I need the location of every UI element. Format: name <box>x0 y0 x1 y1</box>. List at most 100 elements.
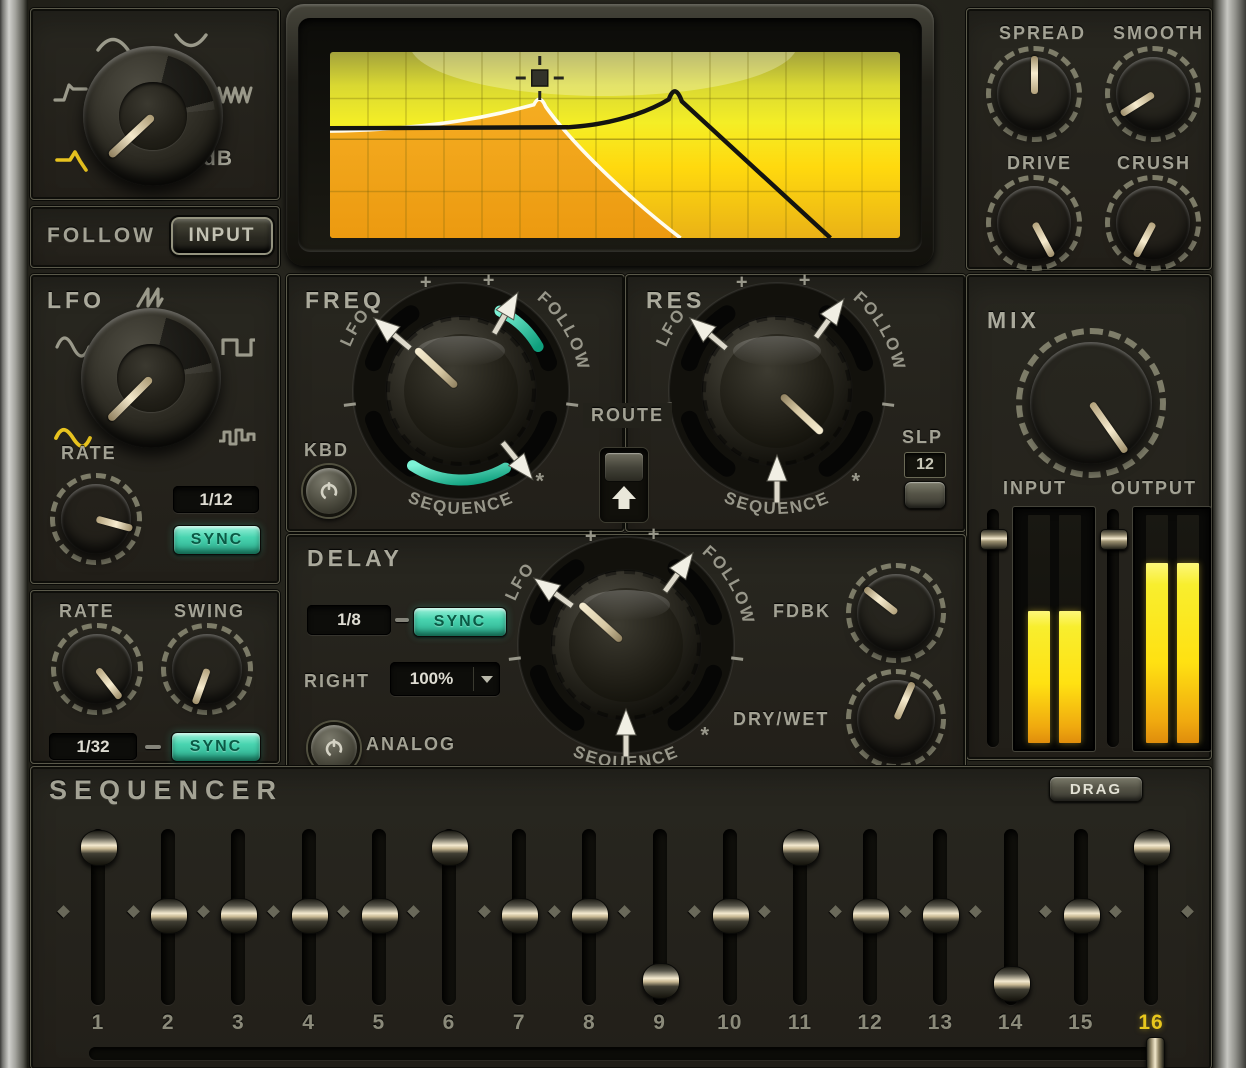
filter-type-knob-pointer <box>107 113 155 159</box>
step-slider-handle-8[interactable] <box>571 898 609 934</box>
sequencer-section: SEQUENCER DRAG 12345678910111213141516 <box>30 766 1212 1068</box>
route-button[interactable] <box>604 452 644 482</box>
fdbk-knob[interactable] <box>846 563 946 663</box>
right-metal-rail <box>1212 0 1246 1068</box>
square-icon[interactable] <box>221 335 257 359</box>
step-slider-handle-15[interactable] <box>1063 898 1101 934</box>
filter-response-display[interactable] <box>330 52 900 238</box>
svg-text:+: + <box>799 269 811 291</box>
step-slider-handle-13[interactable] <box>922 898 960 934</box>
step-number: 15 <box>1059 1011 1103 1035</box>
res-knob[interactable]: LFOFOLLOWSEQUENCE++* <box>627 277 927 527</box>
step-slider-handle-11[interactable] <box>782 830 820 866</box>
step-icon[interactable] <box>217 425 259 449</box>
step-number: 3 <box>216 1011 260 1035</box>
output-fader[interactable] <box>1107 509 1119 747</box>
step-slider-handle-7[interactable] <box>501 898 539 934</box>
svg-text:*: * <box>535 469 544 494</box>
bandpass-icon[interactable] <box>95 31 131 53</box>
lowpass-icon[interactable] <box>55 147 95 173</box>
lfo-sync-button[interactable]: SYNC <box>173 525 261 555</box>
lfo-wave-knob[interactable] <box>81 308 221 448</box>
follow-input-button[interactable]: INPUT <box>171 217 273 255</box>
step-slider-handle-6[interactable] <box>431 830 469 866</box>
output-meter-bar-right <box>1177 515 1199 743</box>
step-slider-handle-14[interactable] <box>993 966 1031 1002</box>
lfo-wave-knob-pointer <box>107 375 154 422</box>
lfo-rate-knob[interactable] <box>50 473 142 565</box>
step-slider-handle-5[interactable] <box>361 898 399 934</box>
output-fader-handle[interactable] <box>1100 529 1128 550</box>
step-slider-handle-2[interactable] <box>150 898 188 934</box>
step-number: 12 <box>848 1011 892 1035</box>
svg-text:+: + <box>736 272 748 294</box>
step-slider-handle-10[interactable] <box>712 898 750 934</box>
step-slider-handle-3[interactable] <box>220 898 258 934</box>
step-slider-handle-16[interactable] <box>1133 830 1171 866</box>
freq-knob[interactable]: LFOFOLLOWSEQUENCE++* <box>311 277 611 527</box>
drywet-knob[interactable] <box>846 669 946 769</box>
route-label: ROUTE <box>583 403 672 428</box>
drywet-label: DRY/WET <box>733 709 829 730</box>
delay-time-display[interactable]: 1/8 <box>307 605 391 635</box>
spread-knob[interactable] <box>986 46 1082 142</box>
kbd-power-button[interactable] <box>303 465 355 517</box>
crush-knob[interactable] <box>1105 175 1201 271</box>
input-meter-bar-left <box>1028 515 1050 743</box>
lfo-rate-display[interactable]: 1/12 <box>173 486 259 513</box>
dash-divider <box>145 745 161 749</box>
delay-title: DELAY <box>307 545 403 572</box>
comb-icon[interactable] <box>217 83 255 105</box>
sequence-position-bar[interactable] <box>89 1047 1163 1060</box>
step-diamond-marker <box>408 905 421 918</box>
step-sliders: 12345678910111213141516 <box>31 767 1211 1068</box>
slp-value[interactable]: 12 <box>904 452 946 478</box>
notch-icon[interactable] <box>173 31 209 53</box>
freq-section: FREQ LFOFOLLOWSEQUENCE++* KBD <box>286 274 625 532</box>
delay-time-knob[interactable]: LFOFOLLOWSEQUENCE++* <box>476 531 776 781</box>
input-label: INPUT <box>1003 478 1067 499</box>
route-toggle[interactable] <box>600 448 648 522</box>
step-number: 16 <box>1129 1011 1173 1035</box>
input-fader-handle[interactable] <box>980 529 1008 550</box>
step-slider-handle-9[interactable] <box>642 963 680 999</box>
mix-knob[interactable] <box>1016 328 1166 478</box>
sequencer-controls-section: RATE SWING 1/32 SYNC <box>30 590 280 764</box>
spectrum-display-bezel <box>286 4 934 266</box>
step-number: 14 <box>989 1011 1033 1035</box>
output-label: OUTPUT <box>1111 478 1197 499</box>
step-number: 8 <box>567 1011 611 1035</box>
seq-rate-knob[interactable] <box>51 623 143 715</box>
input-fader[interactable] <box>987 509 999 747</box>
svg-text:*: * <box>851 469 860 494</box>
fdbk-label: FDBK <box>773 601 831 622</box>
step-number: 11 <box>778 1011 822 1035</box>
kbd-label: KBD <box>304 440 349 461</box>
output-meter-bar-left <box>1146 515 1168 743</box>
input-meter <box>1013 507 1095 751</box>
sequence-position-handle[interactable] <box>1146 1037 1165 1068</box>
step-slider-handle-12[interactable] <box>852 898 890 934</box>
step-diamond-marker <box>688 905 701 918</box>
drive-label: DRIVE <box>1007 153 1072 174</box>
svg-text:+: + <box>483 269 495 291</box>
step-diamond-marker <box>337 905 350 918</box>
smooth-knob[interactable] <box>1105 46 1201 142</box>
step-diamond-marker <box>548 905 561 918</box>
slp-label: SLP <box>902 427 943 448</box>
seq-sync-button[interactable]: SYNC <box>171 732 261 762</box>
seq-swing-knob[interactable] <box>161 623 253 715</box>
step-slider-handle-4[interactable] <box>291 898 329 934</box>
highshelf-icon[interactable] <box>53 81 89 103</box>
plugin-window: dB FOLLOW INPUT LFO RATE <box>0 0 1246 1068</box>
step-number: 4 <box>287 1011 331 1035</box>
slp-button[interactable] <box>904 481 946 509</box>
step-number: 6 <box>427 1011 471 1035</box>
saw-icon[interactable] <box>135 285 171 309</box>
drive-knob[interactable] <box>986 175 1082 271</box>
filter-type-knob[interactable] <box>83 46 223 186</box>
step-slider-handle-1[interactable] <box>80 830 118 866</box>
seq-rate-display[interactable]: 1/32 <box>49 733 137 760</box>
step-diamond-marker <box>1110 905 1123 918</box>
step-diamond-marker <box>899 905 912 918</box>
